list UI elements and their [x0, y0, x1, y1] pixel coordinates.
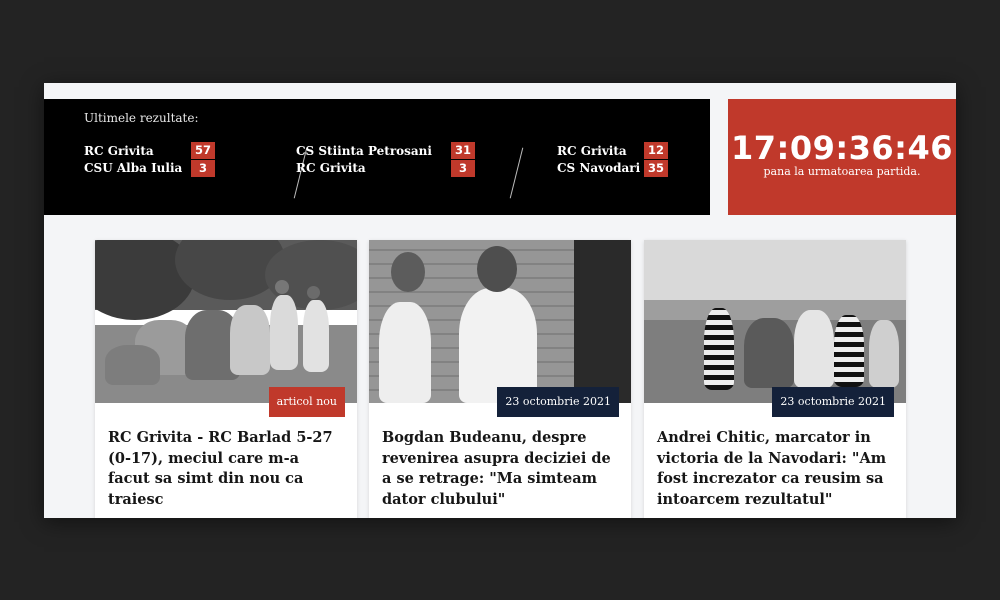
away-score: 35 — [644, 160, 668, 177]
home-score: 31 — [451, 142, 475, 159]
home-score: 57 — [191, 142, 215, 159]
away-team: CS Navodari — [557, 160, 641, 175]
article-headline[interactable]: Bogdan Budeanu, despre revenirea asupra … — [382, 428, 619, 510]
countdown-caption: pana la urmatoarea partida. — [763, 165, 921, 178]
match-result[interactable]: RC Grivita CS Navodari 12 35 — [557, 142, 757, 177]
article-date-badge: 23 octombrie 2021 — [772, 387, 894, 417]
next-match-countdown: 17:09:36:46 pana la urmatoarea partida. — [728, 99, 956, 215]
results-title: Ultimele rezultate: — [84, 111, 199, 125]
match-result[interactable]: CS Stiinta Petrosani RC Grivita 31 3 — [296, 142, 496, 177]
page: Ultimele rezultate: RC Grivita CSU Alba … — [44, 83, 956, 518]
match-result[interactable]: RC Grivita CSU Alba Iulia 57 3 — [84, 142, 284, 177]
article-card[interactable]: 23 octombrie 2021 Bogdan Budeanu, despre… — [369, 240, 631, 518]
away-score: 3 — [191, 160, 215, 177]
article-badge: articol nou — [268, 387, 345, 417]
home-team: CS Stiinta Petrosani — [296, 143, 432, 158]
countdown-timer: 17:09:36:46 — [730, 129, 953, 167]
latest-results-bar: Ultimele rezultate: RC Grivita CSU Alba … — [44, 99, 710, 215]
article-photo-scrum[interactable] — [95, 240, 357, 403]
away-score: 3 — [451, 160, 475, 177]
article-headline[interactable]: Andrei Chitic, marcator in victoria de l… — [657, 428, 894, 510]
away-team: RC Grivita — [296, 160, 366, 175]
home-team: RC Grivita — [557, 143, 627, 158]
article-photo-match[interactable] — [644, 240, 906, 403]
article-card[interactable]: 23 octombrie 2021 Andrei Chitic, marcato… — [644, 240, 906, 518]
article-photo-coach[interactable] — [369, 240, 631, 403]
home-score: 12 — [644, 142, 668, 159]
home-team: RC Grivita — [84, 143, 154, 158]
results-divider — [509, 147, 524, 199]
article-headline[interactable]: RC Grivita - RC Barlad 5-27 (0-17), meci… — [108, 428, 345, 510]
article-card[interactable]: articol nou RC Grivita - RC Barlad 5-27 … — [95, 240, 357, 518]
away-team: CSU Alba Iulia — [84, 160, 183, 175]
article-date-badge: 23 octombrie 2021 — [497, 387, 619, 417]
